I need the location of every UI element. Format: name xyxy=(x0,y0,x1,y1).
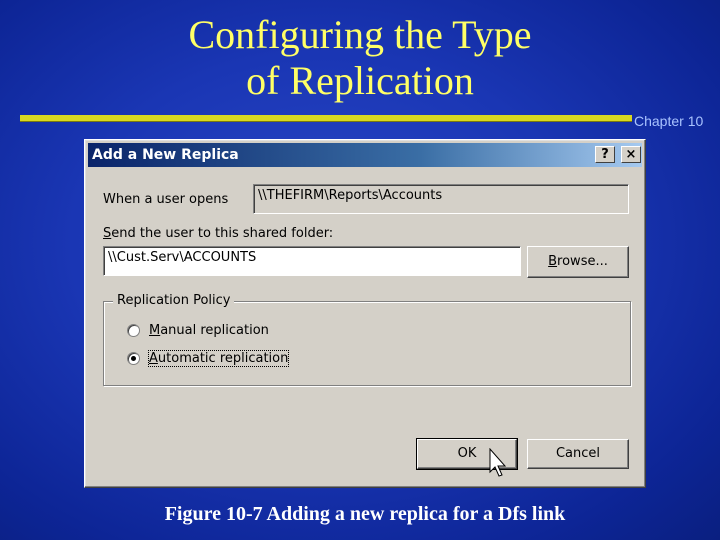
send-user-label-text: end the user to this shared folder: xyxy=(111,226,334,241)
browse-button[interactable]: Browse... xyxy=(527,246,629,278)
radio-selected-dot xyxy=(131,356,136,361)
dialog-titlebar[interactable]: Add a New Replica ? × xyxy=(88,143,642,167)
slide-title: Configuring the Type of Replication xyxy=(120,12,600,104)
when-user-opens-label: When a user opens xyxy=(103,192,229,207)
slide-title-line2: of Replication xyxy=(246,58,474,103)
dialog-title: Add a New Replica xyxy=(92,147,239,163)
send-user-label: Send the user to this shared folder: xyxy=(103,226,333,241)
title-rule xyxy=(20,115,632,122)
link-path-value: \\THEFIRM\Reports\Accounts xyxy=(258,188,443,203)
automatic-replication-label[interactable]: Automatic replication xyxy=(147,350,290,367)
automatic-mnemonic: A xyxy=(149,351,158,366)
browse-mnemonic: B xyxy=(548,254,558,269)
shared-folder-value: \\Cust.Serv\ACCOUNTS xyxy=(108,250,257,265)
automatic-replication-text: utomatic replication xyxy=(157,351,289,366)
slide-title-line1: Configuring the Type xyxy=(188,12,532,57)
figure-caption: Figure 10-7 Adding a new replica for a D… xyxy=(164,503,566,525)
add-replica-dialog: Add a New Replica ? × When a user opens … xyxy=(84,139,646,488)
link-path-field: \\THEFIRM\Reports\Accounts xyxy=(253,184,629,214)
manual-mnemonic: M xyxy=(149,323,161,338)
close-button[interactable]: × xyxy=(621,146,641,163)
shared-folder-input[interactable]: \\Cust.Serv\ACCOUNTS xyxy=(103,246,521,276)
cancel-button[interactable]: Cancel xyxy=(527,439,629,469)
browse-label: rowse... xyxy=(557,254,608,269)
mouse-cursor-icon xyxy=(489,448,507,477)
automatic-replication-radio[interactable] xyxy=(127,352,140,365)
close-icon: × xyxy=(625,147,637,162)
help-button[interactable]: ? xyxy=(595,146,615,163)
chapter-label: Chapter 10 xyxy=(634,113,704,129)
replication-policy-label: Replication Policy xyxy=(113,293,235,308)
manual-replication-label[interactable]: Manual replication xyxy=(149,323,269,338)
replication-policy-group xyxy=(103,301,631,386)
manual-replication-radio[interactable] xyxy=(127,324,140,337)
manual-replication-text: anual replication xyxy=(160,323,269,338)
